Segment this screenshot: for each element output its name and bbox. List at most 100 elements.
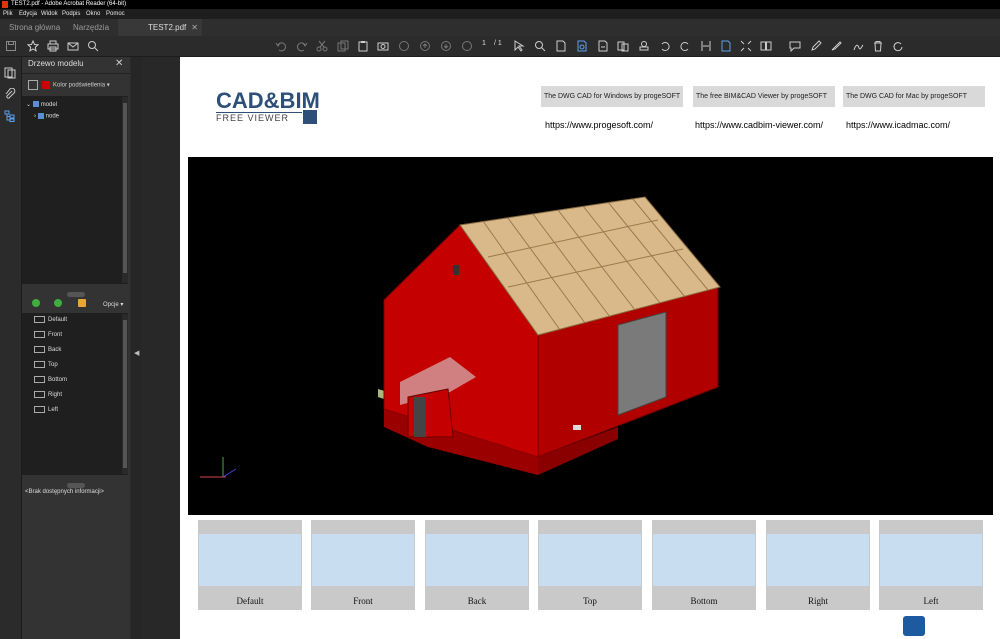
thumbnail-default[interactable]: Default: [198, 520, 302, 610]
draw-icon[interactable]: [831, 40, 843, 52]
menu-edit[interactable]: Edycja: [19, 9, 37, 19]
tab-home[interactable]: Strona główna: [9, 19, 60, 36]
rotate-left-icon[interactable]: [659, 40, 671, 52]
zoom-icon[interactable]: [534, 40, 546, 52]
organize-pages-icon[interactable]: [617, 40, 629, 52]
search-icon[interactable]: [87, 40, 99, 52]
highlight-color-row[interactable]: Kolor podświetlenia ▾: [28, 80, 110, 90]
thumbnail-front[interactable]: Front: [311, 520, 415, 610]
single-page-icon[interactable]: [720, 40, 732, 52]
link-icadmac[interactable]: https://www.icadmac.com/: [846, 120, 950, 130]
fit-page-icon[interactable]: [740, 40, 752, 52]
view-item-top[interactable]: Top: [34, 361, 58, 368]
tree-node-label: node: [45, 113, 60, 120]
options-dropdown[interactable]: Opcje ▾: [103, 301, 123, 308]
pages-panel-icon[interactable]: [4, 67, 16, 79]
tree-scrollbar[interactable]: [122, 97, 128, 283]
scrollbar-thumb[interactable]: [123, 320, 127, 468]
fit-width-icon[interactable]: [700, 40, 712, 52]
paste-icon[interactable]: [357, 40, 369, 52]
views-scrollbar[interactable]: [122, 314, 128, 474]
hand-tool-icon[interactable]: [461, 40, 473, 52]
rotate-right-icon[interactable]: [679, 40, 691, 52]
next-page-icon[interactable]: [440, 40, 452, 52]
chevron-right-icon[interactable]: ›: [34, 114, 36, 120]
email-icon[interactable]: [67, 40, 79, 52]
view-label: Left: [48, 407, 59, 414]
collapse-arrow-icon[interactable]: ◀: [134, 349, 139, 357]
3d-model-viewport[interactable]: [188, 157, 993, 515]
page-icon[interactable]: [555, 40, 567, 52]
snapshot-icon[interactable]: [377, 40, 389, 52]
close-tab-icon[interactable]: ✕: [191, 19, 198, 36]
select-circle-icon[interactable]: [398, 40, 410, 52]
menu-file[interactable]: Plik: [3, 9, 13, 19]
previous-page-icon[interactable]: [419, 40, 431, 52]
link-progesoft[interactable]: https://www.progesoft.com/: [545, 120, 653, 130]
thumbnail-label: Default: [236, 596, 264, 606]
find-in-page-icon[interactable]: [576, 40, 588, 52]
export-pdf-icon[interactable]: [597, 40, 609, 52]
thumbnail-left[interactable]: Left: [879, 520, 983, 610]
thumbnail-top[interactable]: Top: [538, 520, 642, 610]
tree-node-model[interactable]: ⌄ model: [26, 101, 57, 108]
add-view-icon[interactable]: [32, 299, 40, 307]
two-page-icon[interactable]: [760, 40, 772, 52]
promo-mac[interactable]: The DWG CAD for Mac by progeSOFT: [843, 86, 985, 107]
stamp-icon[interactable]: [638, 40, 650, 52]
cursor-icon[interactable]: [513, 40, 525, 52]
logo-cube-icon: [303, 110, 317, 124]
save-icon[interactable]: [5, 40, 17, 52]
menu-sign[interactable]: Podpis: [62, 9, 80, 19]
view-label: Default: [48, 317, 68, 324]
chevron-down-icon[interactable]: ▾: [107, 83, 110, 89]
visibility-checkbox[interactable]: [37, 113, 44, 119]
highlight-pen-icon[interactable]: [810, 40, 822, 52]
highlight-color-swatch[interactable]: [42, 81, 50, 89]
view-item-front[interactable]: Front: [34, 331, 62, 338]
comment-icon[interactable]: [789, 40, 801, 52]
view-item-right[interactable]: Right: [34, 391, 62, 398]
chevron-down-icon[interactable]: ⌄: [26, 102, 31, 108]
refresh-icon[interactable]: [892, 40, 904, 52]
thumbnail-back[interactable]: Back: [425, 520, 529, 610]
visibility-checkbox[interactable]: [32, 101, 39, 108]
panel-splitter[interactable]: ◀: [131, 57, 141, 639]
close-panel-icon[interactable]: ✕: [115, 58, 123, 69]
bookmark-star-icon[interactable]: [27, 40, 39, 52]
camera-icon: [34, 331, 45, 338]
menu-window[interactable]: Okno: [86, 9, 100, 19]
panel-resize-handle[interactable]: [67, 483, 85, 488]
scrollbar-thumb[interactable]: [123, 103, 127, 273]
home-view-icon[interactable]: [78, 299, 86, 307]
thumbnail-right[interactable]: Right: [766, 520, 870, 610]
thumbnail-image: [880, 534, 982, 586]
view-item-bottom[interactable]: Bottom: [34, 376, 67, 383]
copy-icon[interactable]: [337, 40, 349, 52]
refresh-view-icon[interactable]: [54, 299, 62, 307]
thumbnail-bottom[interactable]: Bottom: [652, 520, 756, 610]
sign-icon[interactable]: [852, 40, 864, 52]
view-item-left[interactable]: Left: [34, 406, 58, 413]
view-label: Front: [48, 332, 63, 339]
link-cadbim-viewer[interactable]: https://www.cadbim-viewer.com/: [695, 120, 823, 130]
promo-windows[interactable]: The DWG CAD for Windows by progeSOFT: [541, 86, 683, 107]
menu-view[interactable]: Widok: [41, 9, 58, 19]
axis-z: [222, 468, 237, 478]
view-item-default[interactable]: Default: [34, 316, 67, 323]
view-item-back[interactable]: Back: [34, 346, 61, 353]
undo-icon[interactable]: [275, 40, 287, 52]
delete-icon[interactable]: [872, 40, 884, 52]
model-tree-icon[interactable]: [4, 110, 16, 122]
redo-icon[interactable]: [296, 40, 308, 52]
print-icon[interactable]: [47, 40, 59, 52]
tab-tools[interactable]: Narzędzia: [73, 19, 109, 36]
promo-viewer[interactable]: The free BIM&CAD Viewer by progeSOFT: [693, 86, 835, 107]
tab-document[interactable]: TEST2.pdf ✕: [118, 19, 202, 36]
cut-icon[interactable]: [316, 40, 328, 52]
tree-options-icon[interactable]: [28, 80, 38, 90]
attachments-icon[interactable]: [4, 88, 16, 100]
tree-node-node[interactable]: › node: [34, 113, 59, 120]
menu-help[interactable]: Pomoc: [106, 9, 125, 19]
page-current[interactable]: 1: [482, 40, 486, 47]
